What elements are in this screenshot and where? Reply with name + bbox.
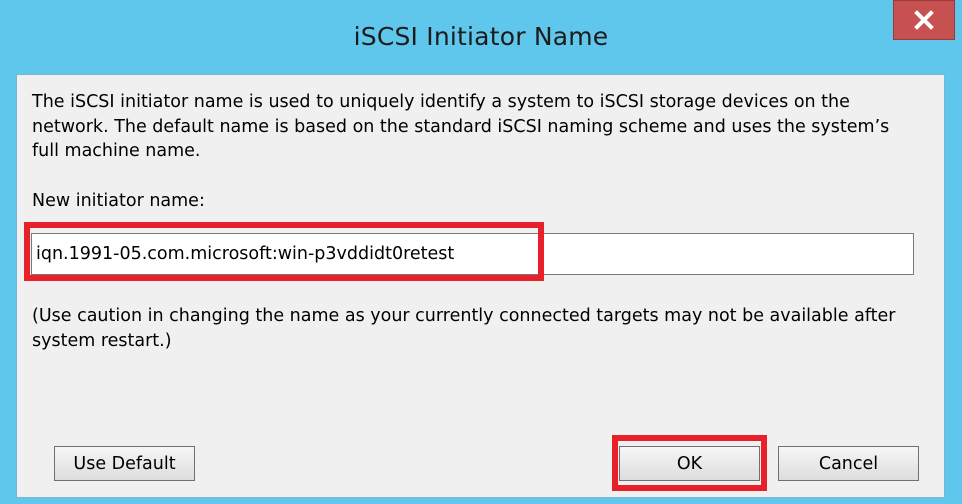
window-title: iSCSI Initiator Name xyxy=(353,22,609,51)
close-icon xyxy=(914,10,934,30)
description-text: The iSCSI initiator name is used to uniq… xyxy=(32,92,890,161)
use-default-button[interactable]: Use Default xyxy=(54,446,195,481)
new-initiator-name-label: New initiator name: xyxy=(32,191,205,211)
close-button[interactable] xyxy=(893,0,955,40)
caution-text: (Use caution in changing the name as you… xyxy=(32,306,896,351)
cancel-button[interactable]: Cancel xyxy=(778,446,919,481)
initiator-name-input[interactable] xyxy=(31,233,914,275)
iscsi-initiator-name-dialog: iSCSI Initiator Name The iSCSI initiator… xyxy=(0,0,962,504)
ok-button[interactable]: OK xyxy=(619,446,760,481)
title-bar[interactable]: iSCSI Initiator Name xyxy=(0,0,962,74)
